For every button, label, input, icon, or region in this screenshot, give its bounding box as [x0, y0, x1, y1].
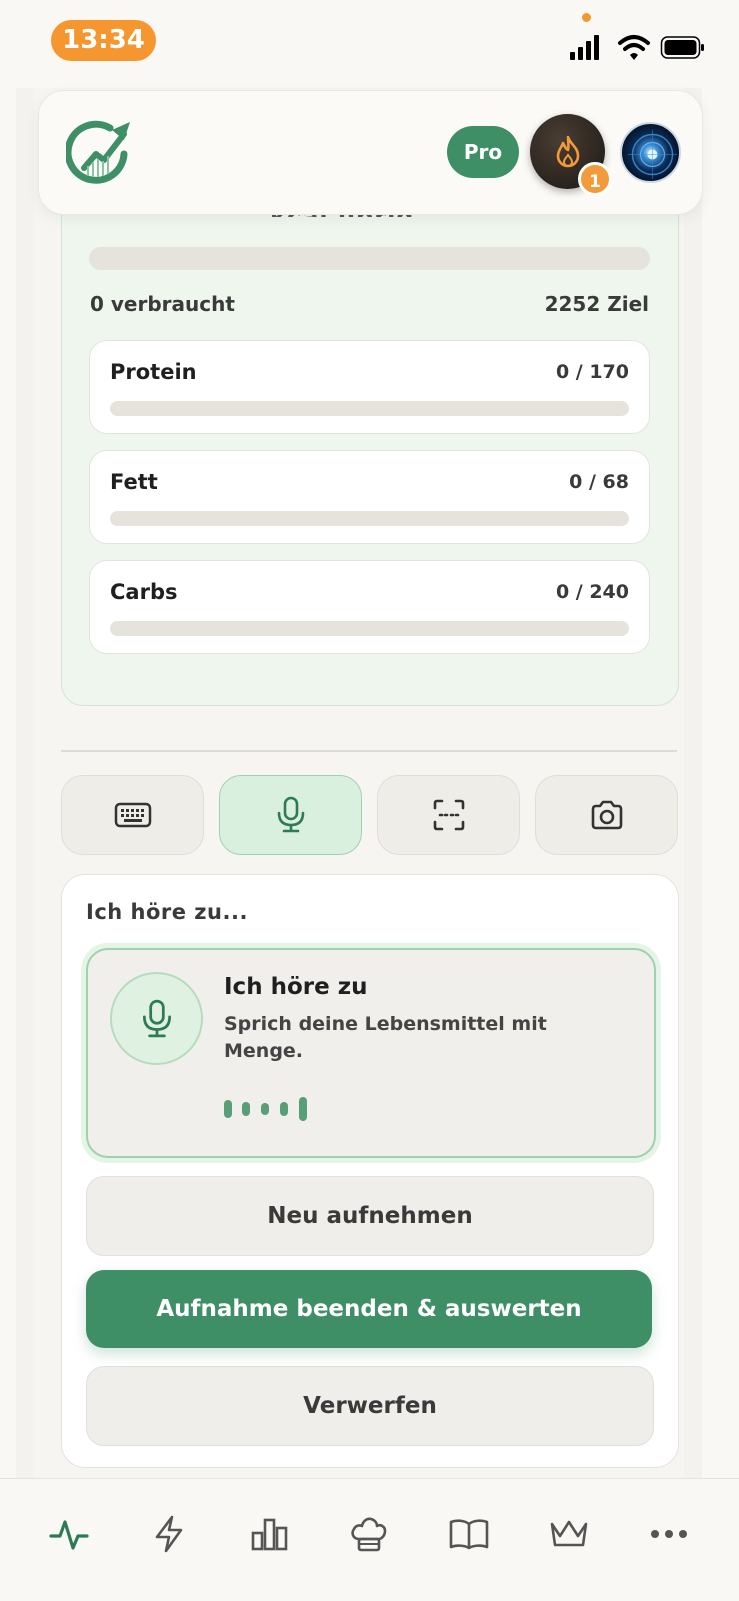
calorie-progress-bar: [89, 247, 650, 270]
macro-card-protein: Protein 0 / 170: [89, 340, 650, 434]
calories-consumed: 0 verbraucht: [90, 292, 235, 316]
keyboard-input-button[interactable]: [61, 775, 204, 855]
status-bar: 13:34: [0, 0, 739, 88]
wifi-icon: [618, 35, 650, 60]
audio-level-indicator: [224, 1096, 314, 1122]
flame-icon: [556, 135, 579, 167]
cellular-signal-icon: [570, 35, 599, 60]
nav-item-stats[interactable]: [244, 1509, 294, 1559]
listening-subtitle: Sprich deine Lebensmittel mit Menge.: [224, 1013, 547, 1062]
macro-value: 0 / 170: [555, 361, 629, 383]
camera-icon: [591, 800, 622, 830]
macro-name: Fett: [110, 470, 158, 494]
trend-arrow-logo[interactable]: [66, 118, 132, 184]
lightning-icon: [155, 1515, 183, 1553]
nav-item-quick[interactable]: [144, 1509, 194, 1559]
activity-icon: [49, 1520, 89, 1550]
section-divider: [61, 750, 677, 752]
macro-name: Protein: [110, 360, 197, 384]
listening-mic-circle: [110, 972, 203, 1065]
macro-card-carbs: Carbs 0 / 240: [89, 560, 650, 654]
keyboard-icon: [114, 802, 151, 828]
crown-icon: [550, 1520, 588, 1547]
book-icon: [449, 1519, 489, 1550]
macro-progress-bar: [110, 511, 629, 526]
macro-progress-bar: [110, 401, 629, 416]
battery-icon: [660, 36, 704, 59]
voice-panel-title: Ich höre zu...: [86, 900, 248, 924]
microphone-icon: [277, 796, 304, 833]
nav-item-more[interactable]: [644, 1509, 694, 1559]
chef-hat-icon: [351, 1517, 387, 1552]
pro-badge[interactable]: Pro: [447, 126, 519, 178]
more-icon: [651, 1530, 687, 1538]
nav-item-diary[interactable]: [444, 1509, 494, 1559]
avatar[interactable]: [620, 122, 681, 183]
photo-input-button[interactable]: [535, 775, 678, 855]
barcode-scan-icon: [433, 799, 464, 831]
macro-value: 0 / 68: [569, 471, 629, 493]
status-icons: [570, 35, 704, 60]
nav-item-recipes[interactable]: [344, 1509, 394, 1559]
bottom-navigation: [0, 1478, 739, 1601]
bar-chart-icon: [251, 1518, 288, 1551]
macro-name: Carbs: [110, 580, 178, 604]
nav-item-activity[interactable]: [44, 1509, 94, 1559]
streak-count-badge: 1: [578, 162, 612, 196]
macro-value: 0 / 240: [555, 581, 629, 603]
rerecord-button[interactable]: Neu aufnehmen: [86, 1176, 654, 1256]
microphone-icon: [142, 999, 171, 1037]
status-time: 13:34: [51, 20, 156, 61]
nav-item-premium[interactable]: [544, 1509, 594, 1559]
voice-input-button[interactable]: [219, 775, 362, 855]
listening-title: Ich höre zu: [224, 974, 368, 1000]
recording-indicator-dot: [582, 13, 591, 22]
discard-button[interactable]: Verwerfen: [86, 1366, 654, 1446]
macro-progress-bar: [110, 621, 629, 636]
calories-goal: 2252 Ziel: [544, 292, 649, 316]
macro-card-fat: Fett 0 / 68: [89, 450, 650, 544]
finish-and-evaluate-button[interactable]: Aufnahme beenden & auswerten: [86, 1270, 652, 1348]
barcode-scan-button[interactable]: [377, 775, 520, 855]
